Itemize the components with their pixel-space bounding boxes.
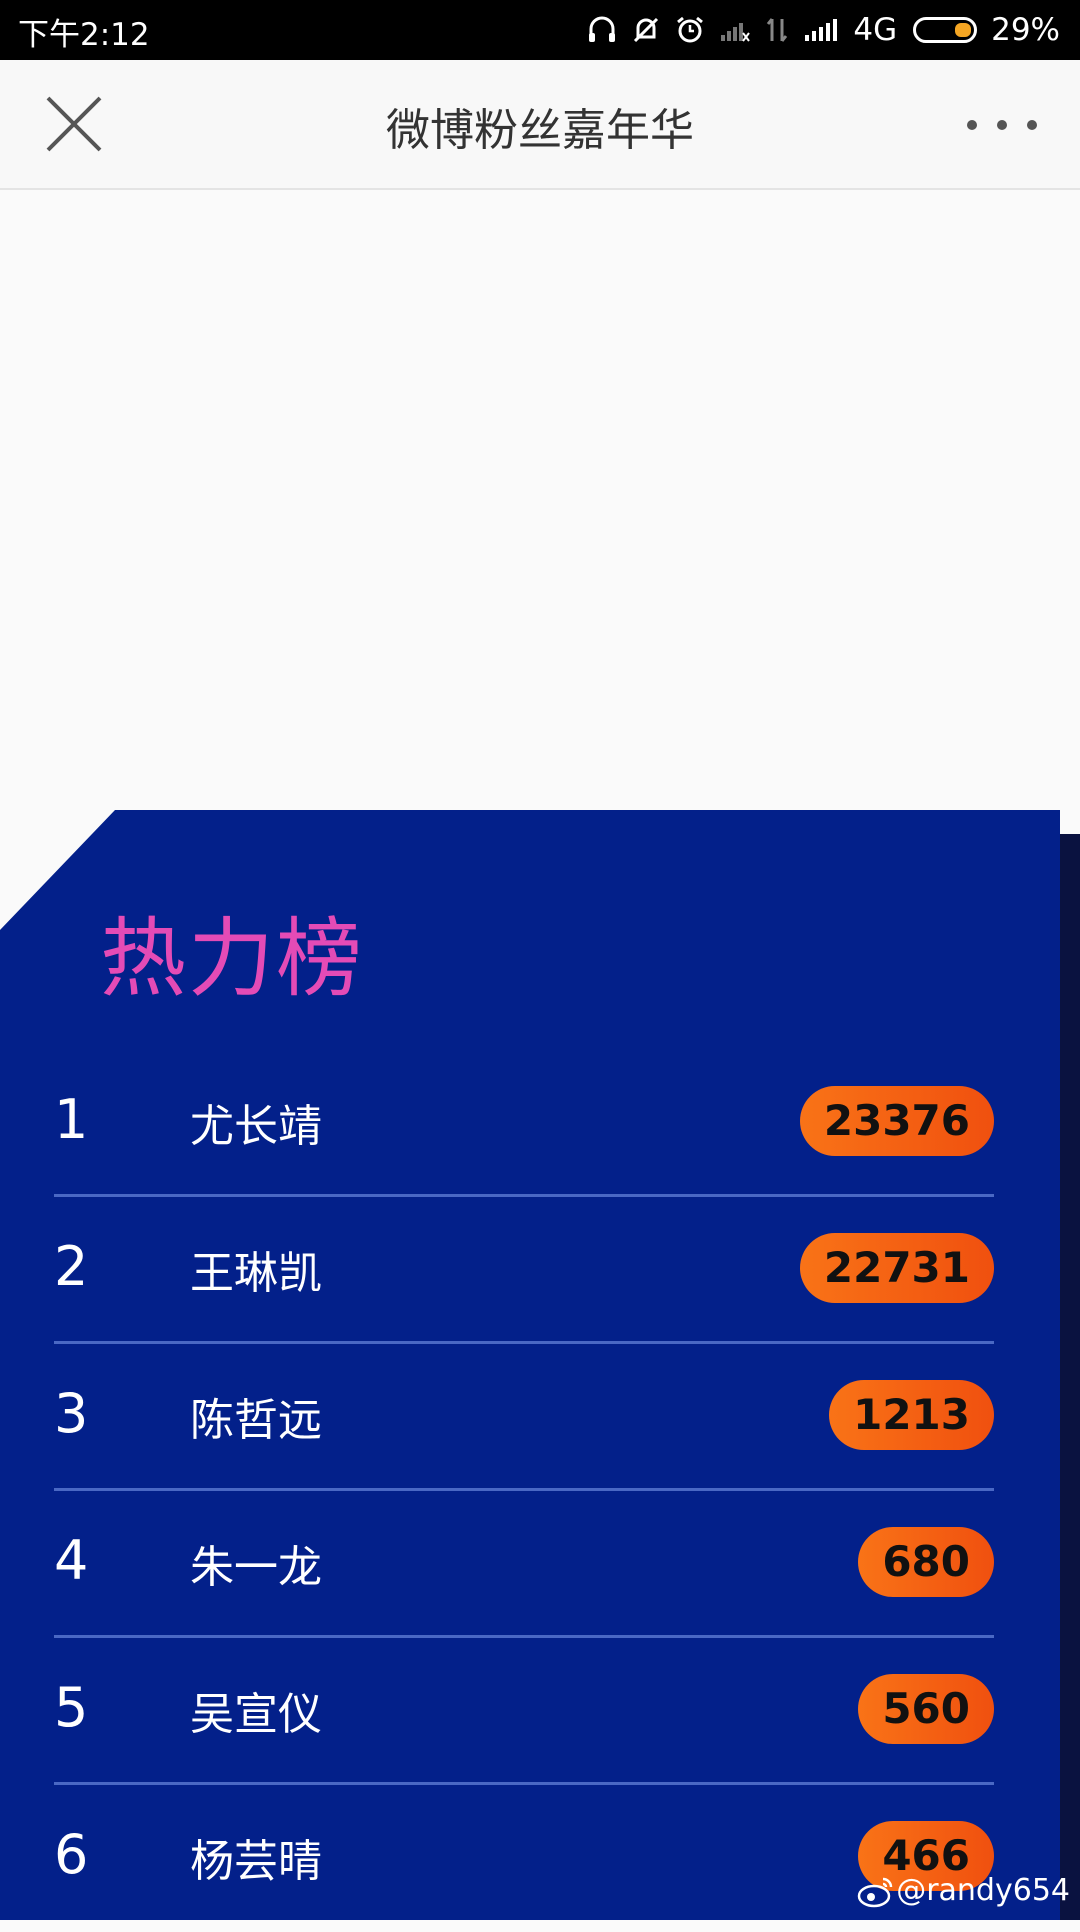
ranking-row[interactable]: 2 王琳凯 22731 <box>54 1197 994 1344</box>
ranking-row[interactable]: 1 尤长靖 23376 <box>54 1050 994 1197</box>
ranking-row[interactable]: 5 吴宣仪 560 <box>54 1638 994 1785</box>
signal-no-sim-icon <box>721 23 751 42</box>
rank-name: 杨芸晴 <box>190 1836 322 1887</box>
ranking-row[interactable]: 3 陈哲远 1213 <box>54 1344 994 1491</box>
ranking-panel: 热力榜 1 尤长靖 23376 2 王琳凯 22731 3 陈哲远 1213 4… <box>0 810 1060 1920</box>
headphones-icon <box>589 16 616 42</box>
rank-number: 6 <box>54 1823 89 1886</box>
status-icons: 4G 29% <box>573 9 1060 51</box>
ranking-row[interactable]: 4 朱一龙 680 <box>54 1491 994 1638</box>
rank-name: 陈哲远 <box>190 1395 322 1446</box>
status-bar: 下午2:12 4G 29% <box>0 0 1080 60</box>
rank-name: 王琳凯 <box>190 1248 322 1299</box>
data-arrows-icon <box>767 18 788 42</box>
score-badge: 680 <box>858 1527 994 1597</box>
app-header: 微博粉丝嘉年华 <box>0 60 1080 190</box>
score-badge: 1213 <box>829 1380 994 1450</box>
rank-name: 吴宣仪 <box>190 1689 322 1740</box>
page-title: 微博粉丝嘉年华 <box>386 105 694 156</box>
rank-number: 5 <box>54 1676 89 1739</box>
score-badge: 22731 <box>799 1233 994 1303</box>
ranking-row[interactable]: 6 杨芸晴 466 <box>54 1785 994 1920</box>
rank-number: 2 <box>54 1235 89 1298</box>
battery-level: 29% <box>991 12 1060 48</box>
network-type: 4G <box>853 12 898 48</box>
score-badge: 560 <box>858 1674 994 1744</box>
alarm-icon <box>677 16 704 43</box>
score-badge: 23376 <box>799 1086 994 1156</box>
watermark-text: @randy654 <box>896 1873 1070 1908</box>
rank-name: 朱一龙 <box>190 1542 322 1593</box>
weibo-logo-icon <box>857 1877 893 1907</box>
rank-name: 尤长靖 <box>190 1101 322 1152</box>
panel-shadow <box>1060 834 1080 1920</box>
bell-muted-icon <box>634 17 659 43</box>
ranking-title: 热力榜 <box>100 909 364 1009</box>
signal-icon <box>805 19 838 41</box>
more-options-icon[interactable] <box>964 110 1040 140</box>
watermark: @randy654 <box>856 1873 1070 1908</box>
battery-icon <box>913 17 978 43</box>
status-time: 下午2:12 <box>18 17 150 53</box>
rank-number: 1 <box>54 1088 89 1151</box>
rank-number: 3 <box>54 1382 89 1445</box>
rank-number: 4 <box>54 1529 89 1592</box>
